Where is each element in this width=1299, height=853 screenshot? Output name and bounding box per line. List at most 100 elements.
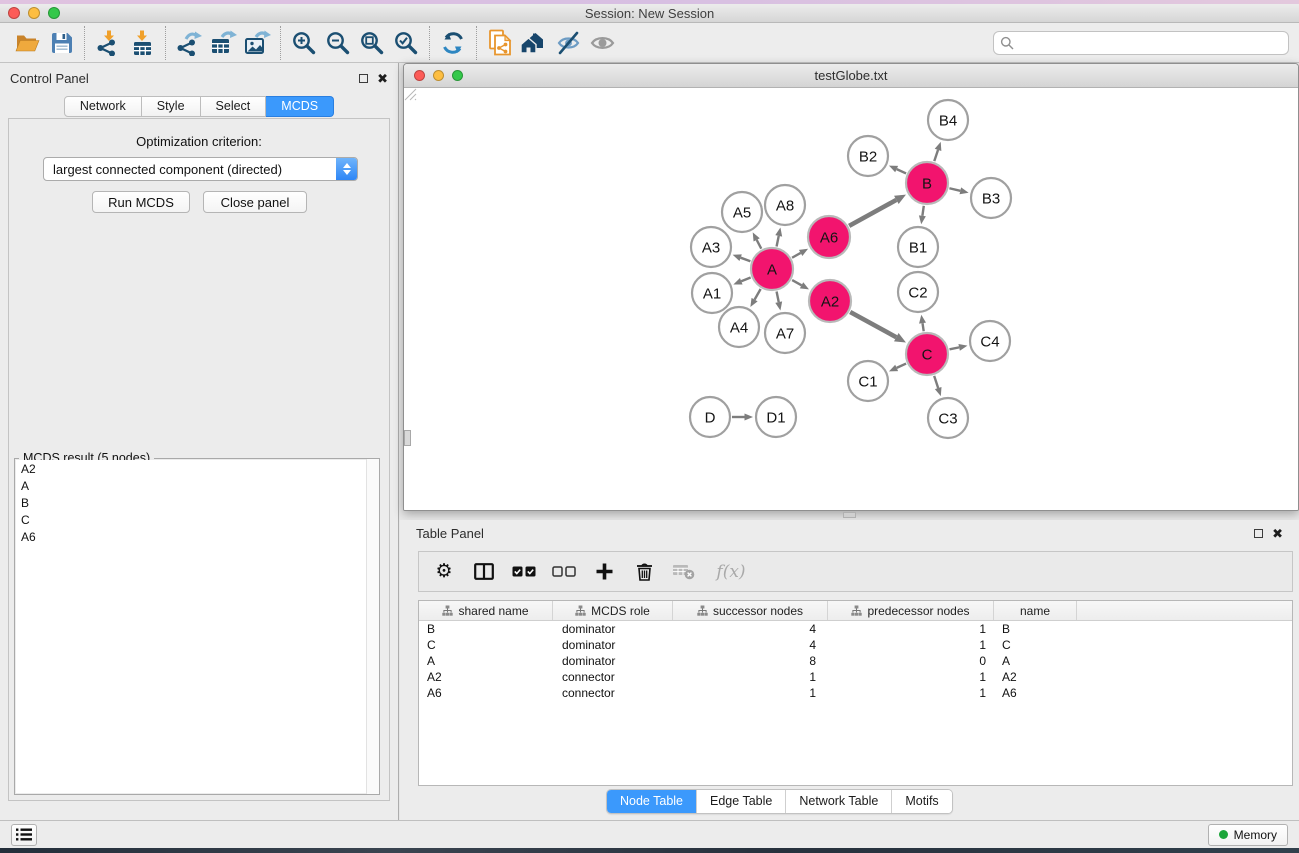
delete-column-button[interactable]: [631, 558, 657, 586]
graph-node-D1[interactable]: D1: [756, 397, 796, 437]
graph-node-C[interactable]: C: [906, 333, 948, 375]
edge-B-B1[interactable]: [922, 206, 923, 216]
table-cell[interactable]: 4: [673, 622, 828, 636]
tab-edge-table[interactable]: Edge Table: [696, 790, 785, 813]
mcds-result-list[interactable]: A2ABCA6: [16, 460, 378, 793]
show-graphics-details-button[interactable]: [585, 27, 619, 59]
export-table-button[interactable]: [206, 27, 240, 59]
result-item[interactable]: A2: [16, 460, 378, 477]
table-settings-button[interactable]: ⚙: [431, 558, 457, 586]
zoom-fit-button[interactable]: [355, 27, 389, 59]
table-row[interactable]: Cdominator41C: [419, 637, 1292, 653]
edge-C-C1[interactable]: [897, 364, 906, 368]
close-table-panel-icon[interactable]: ✖: [1272, 527, 1283, 540]
edge-A-A4[interactable]: [755, 289, 761, 300]
tab-style[interactable]: Style: [142, 96, 201, 117]
table-cell[interactable]: A: [994, 654, 1077, 668]
zoom-in-button[interactable]: [287, 27, 321, 59]
column-header-predecessor-nodes[interactable]: predecessor nodes: [828, 601, 994, 620]
table-cell[interactable]: 0: [828, 654, 994, 668]
table-cell[interactable]: A2: [419, 670, 553, 684]
graph-node-A[interactable]: A: [751, 248, 793, 290]
table-cell[interactable]: 1: [828, 638, 994, 652]
table-cell[interactable]: 1: [673, 670, 828, 684]
table-cell[interactable]: B: [994, 622, 1077, 636]
tab-motifs[interactable]: Motifs: [891, 790, 951, 813]
network-canvas[interactable]: B4B2BB3A8A5A6A3B1AA1C2A2A4A7C4CC1C3DD1: [404, 88, 1298, 511]
edge-A-A2[interactable]: [792, 280, 801, 285]
column-visibility-button[interactable]: [471, 558, 497, 586]
table-cell[interactable]: A6: [994, 686, 1077, 700]
table-cell[interactable]: C: [419, 638, 553, 652]
edge-A-A7[interactable]: [777, 292, 779, 303]
show-panels-button[interactable]: [11, 824, 37, 846]
graph-node-A6[interactable]: A6: [808, 216, 850, 258]
zoom-out-button[interactable]: [321, 27, 355, 59]
resize-grip-icon[interactable]: [404, 88, 417, 101]
table-cell[interactable]: connector: [553, 686, 673, 700]
graph-node-D[interactable]: D: [690, 397, 730, 437]
home-button[interactable]: [517, 27, 551, 59]
table-cell[interactable]: dominator: [553, 654, 673, 668]
graph-node-A2[interactable]: A2: [809, 280, 851, 322]
edge-A-A3[interactable]: [741, 258, 751, 262]
table-cell[interactable]: 4: [673, 638, 828, 652]
import-network-button[interactable]: [91, 27, 125, 59]
table-row[interactable]: Bdominator41B: [419, 621, 1292, 637]
edge-B-B4[interactable]: [934, 150, 938, 161]
edge-C-C4[interactable]: [950, 347, 960, 349]
result-item[interactable]: C: [16, 511, 378, 528]
search-input[interactable]: [993, 31, 1289, 55]
graph-node-A7[interactable]: A7: [765, 313, 805, 353]
table-cell[interactable]: dominator: [553, 622, 673, 636]
export-image-button[interactable]: [240, 27, 274, 59]
tab-mcds[interactable]: MCDS: [266, 96, 334, 117]
graph-node-C4[interactable]: C4: [970, 321, 1010, 361]
column-header-mcds-role[interactable]: MCDS role: [553, 601, 673, 620]
delete-table-button[interactable]: [671, 558, 697, 586]
result-item[interactable]: A: [16, 477, 378, 494]
result-item[interactable]: A6: [16, 528, 378, 545]
table-cell[interactable]: B: [419, 622, 553, 636]
add-column-button[interactable]: [591, 558, 617, 586]
horizontal-scroll-thumb[interactable]: [843, 512, 856, 518]
graph-node-B4[interactable]: B4: [928, 100, 968, 140]
table-cell[interactable]: dominator: [553, 638, 673, 652]
edge-A-A1[interactable]: [741, 278, 750, 282]
edge-A-A8[interactable]: [777, 236, 779, 247]
table-row[interactable]: A2connector11A2: [419, 669, 1292, 685]
graph-node-A3[interactable]: A3: [691, 227, 731, 267]
select-all-button[interactable]: [511, 558, 537, 586]
table-cell[interactable]: 1: [828, 670, 994, 684]
edge-C-C2[interactable]: [923, 323, 924, 331]
table-cell[interactable]: A6: [419, 686, 553, 700]
import-table-button[interactable]: [125, 27, 159, 59]
memory-button[interactable]: Memory: [1208, 824, 1288, 846]
hide-graphics-button[interactable]: [551, 27, 585, 59]
open-session-button[interactable]: [10, 27, 44, 59]
table-cell[interactable]: 8: [673, 654, 828, 668]
apply-layout-button[interactable]: [436, 27, 470, 59]
graph-node-A1[interactable]: A1: [692, 273, 732, 313]
network-graph[interactable]: B4B2BB3A8A5A6A3B1AA1C2A2A4A7C4CC1C3DD1: [404, 88, 1298, 511]
edge-A2-C[interactable]: [850, 312, 896, 337]
table-cell[interactable]: 1: [673, 686, 828, 700]
graph-node-A8[interactable]: A8: [765, 185, 805, 225]
column-header-shared-name[interactable]: shared name: [419, 601, 553, 620]
result-scrollbar[interactable]: [366, 459, 379, 794]
tab-network-table[interactable]: Network Table: [785, 790, 891, 813]
table-cell[interactable]: A: [419, 654, 553, 668]
function-builder-button[interactable]: f(x): [711, 558, 751, 586]
graph-node-C2[interactable]: C2: [898, 272, 938, 312]
graph-node-C1[interactable]: C1: [848, 361, 888, 401]
graph-node-B2[interactable]: B2: [848, 136, 888, 176]
vertical-scroll-thumb[interactable]: [404, 430, 411, 446]
save-session-button[interactable]: [44, 27, 78, 59]
graph-node-B1[interactable]: B1: [898, 227, 938, 267]
graph-node-A4[interactable]: A4: [719, 307, 759, 347]
float-panel-icon[interactable]: [359, 74, 368, 83]
graph-node-B[interactable]: B: [906, 162, 948, 204]
zoom-selected-button[interactable]: [389, 27, 423, 59]
edge-B-B3[interactable]: [949, 188, 960, 191]
table-cell[interactable]: 1: [828, 686, 994, 700]
